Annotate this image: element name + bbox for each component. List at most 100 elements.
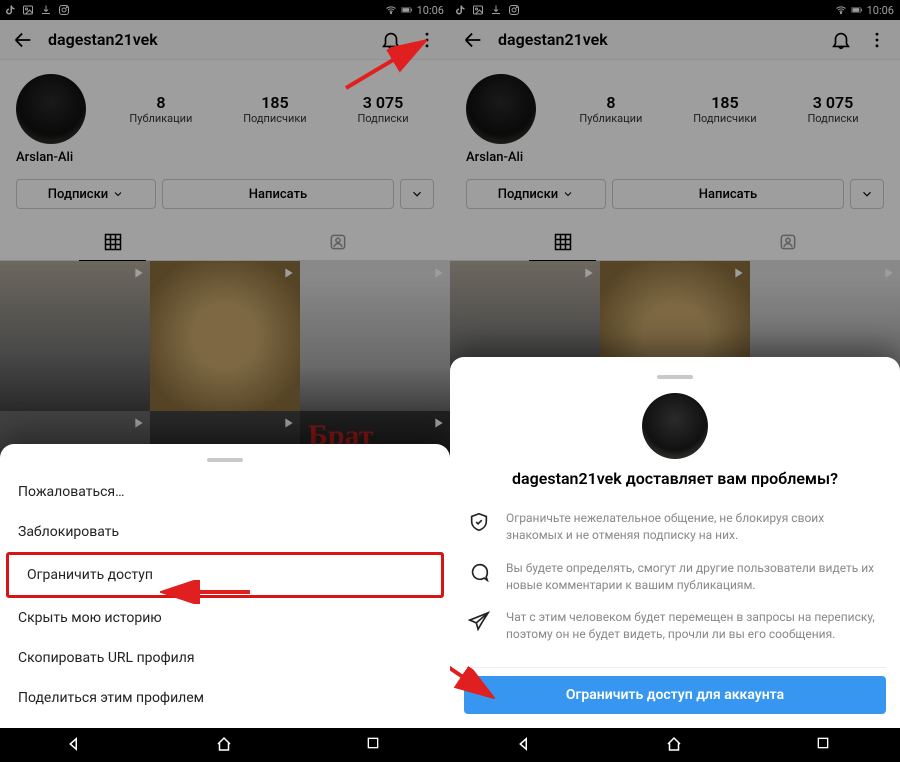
annotation-arrow <box>160 580 260 604</box>
tab-tagged[interactable] <box>225 223 450 260</box>
restrict-sheet: dagestan21vek доставляет вам проблемы? О… <box>450 357 900 728</box>
video-icon <box>430 415 446 435</box>
tiktok-icon <box>4 4 16 16</box>
menu-hide-story[interactable]: Скрыть мою историю <box>0 598 450 638</box>
restrict-info-row: Вы будете определять, смогут ли другие п… <box>468 552 882 602</box>
grid-icon <box>103 232 123 252</box>
stat-posts[interactable]: 8 Публикации <box>579 93 642 125</box>
video-icon <box>580 265 596 285</box>
nav-back-icon[interactable] <box>515 735 535 755</box>
stat-followers-label: Подписчики <box>693 112 756 125</box>
menu-report[interactable]: Пожаловаться… <box>0 472 450 512</box>
android-navbar <box>0 728 450 762</box>
status-bar: 10:06 <box>450 0 900 20</box>
following-button[interactable]: Подписки <box>466 179 606 209</box>
back-icon[interactable] <box>12 29 34 51</box>
instagram-icon <box>58 4 70 16</box>
grid-icon <box>553 232 573 252</box>
wifi-icon <box>385 4 397 16</box>
video-icon <box>280 415 296 435</box>
android-navbar <box>450 728 900 762</box>
tab-tagged[interactable] <box>675 223 900 260</box>
stat-following-label: Подписки <box>807 112 858 125</box>
status-left <box>4 4 70 16</box>
stat-posts-value: 8 <box>129 93 192 112</box>
status-bar: 10:06 <box>0 0 450 20</box>
restrict-info-row: Ограничьте нежелательное общение, не бло… <box>468 502 882 552</box>
message-button[interactable]: Написать <box>162 179 394 209</box>
profile-stats: 8 Публикации 185 Подписчики 3 075 Подпис… <box>554 93 884 125</box>
suggestions-button[interactable] <box>850 179 884 209</box>
avatar[interactable] <box>16 74 86 144</box>
stat-following-value: 3 075 <box>807 93 858 112</box>
post-thumbnail[interactable] <box>0 261 150 411</box>
stat-following[interactable]: 3 075 Подписки <box>357 93 408 125</box>
nav-home-icon[interactable] <box>215 735 235 755</box>
nav-recents-icon[interactable] <box>815 735 835 755</box>
profile-display-name: Arslan-Ali <box>0 150 450 175</box>
menu-share[interactable]: Поделиться этим профилем <box>0 678 450 718</box>
stat-followers-value: 185 <box>693 93 756 112</box>
stat-following[interactable]: 3 075 Подписки <box>807 93 858 125</box>
message-button-label: Написать <box>249 187 307 202</box>
video-icon <box>130 265 146 285</box>
chevron-down-icon <box>410 187 424 201</box>
back-icon[interactable] <box>462 29 484 51</box>
menu-block[interactable]: Заблокировать <box>0 512 450 552</box>
screen-right: 10:06 dagestan21vek 8 Публикации 185 Под… <box>450 0 900 762</box>
status-time: 10:06 <box>867 4 894 17</box>
tagged-icon <box>778 232 798 252</box>
menu-copy-url[interactable]: Скопировать URL профиля <box>0 638 450 678</box>
status-left <box>454 4 520 16</box>
screen-left: 10:06 dagestan21vek 8 Публикации 185 Под… <box>0 0 450 762</box>
tab-grid[interactable] <box>0 223 225 260</box>
sheet-grabber[interactable] <box>657 375 693 379</box>
stat-followers-value: 185 <box>243 93 306 112</box>
message-button-label: Написать <box>699 187 757 202</box>
profile-buttons: Подписки Написать <box>0 175 450 223</box>
restrict-info-text: Чат с этим человеком будет перемещен в з… <box>506 609 882 643</box>
image-icon <box>22 4 34 16</box>
restrict-avatar <box>642 393 708 459</box>
stat-followers[interactable]: 185 Подписчики <box>243 93 306 125</box>
post-thumbnail[interactable] <box>150 261 300 411</box>
tagged-icon <box>328 232 348 252</box>
stat-followers[interactable]: 185 Подписчики <box>693 93 756 125</box>
top-bar: dagestan21vek <box>450 20 900 60</box>
stat-posts-label: Публикации <box>579 112 642 125</box>
comment-icon <box>468 561 492 587</box>
video-icon <box>280 265 296 285</box>
suggestions-button[interactable] <box>400 179 434 209</box>
status-right: 10:06 <box>385 4 444 17</box>
video-icon <box>880 265 896 285</box>
tab-grid[interactable] <box>450 223 675 260</box>
bell-icon[interactable] <box>830 29 852 51</box>
annotation-arrow <box>450 648 500 708</box>
nav-recents-icon[interactable] <box>365 735 385 755</box>
restrict-button[interactable]: Ограничить доступ для аккаунта <box>464 676 886 714</box>
sheet-grabber[interactable] <box>207 458 243 462</box>
message-button[interactable]: Написать <box>612 179 844 209</box>
post-thumbnail[interactable] <box>300 261 450 411</box>
avatar[interactable] <box>466 74 536 144</box>
download-icon <box>490 4 502 16</box>
restrict-title: dagestan21vek доставляет вам проблемы? <box>450 459 900 502</box>
following-button[interactable]: Подписки <box>16 179 156 209</box>
divider <box>464 667 886 668</box>
nav-back-icon[interactable] <box>65 735 85 755</box>
stat-posts[interactable]: 8 Публикации <box>129 93 192 125</box>
profile-tabs <box>0 223 450 261</box>
profile-buttons: Подписки Написать <box>450 175 900 223</box>
shield-icon <box>468 511 492 537</box>
chevron-down-icon <box>860 187 874 201</box>
image-icon <box>472 4 484 16</box>
restrict-button-label: Ограничить доступ для аккаунта <box>566 687 784 703</box>
tiktok-icon <box>454 4 466 16</box>
restrict-info: Ограничьте нежелательное общение, не бло… <box>450 502 900 659</box>
video-icon <box>730 265 746 285</box>
nav-home-icon[interactable] <box>665 735 685 755</box>
more-icon[interactable] <box>866 29 888 51</box>
status-right: 10:06 <box>835 4 894 17</box>
profile-stats: 8 Публикации 185 Подписчики 3 075 Подпис… <box>104 93 434 125</box>
profile-username: dagestan21vek <box>498 30 816 49</box>
